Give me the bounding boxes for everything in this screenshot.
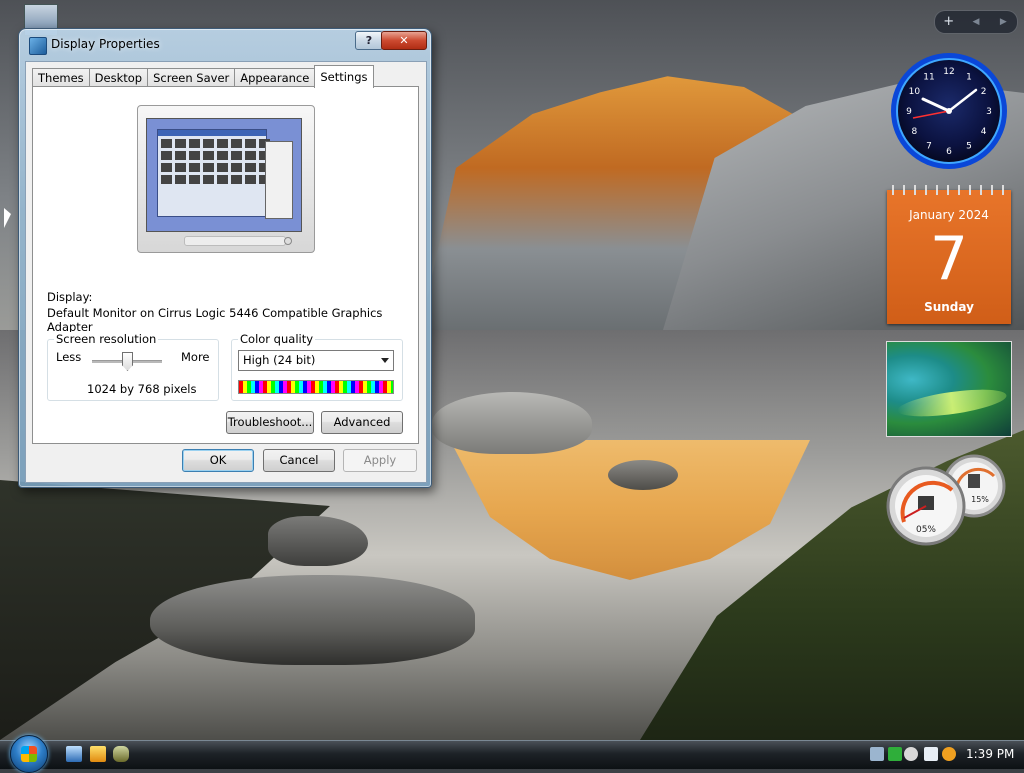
usb-device-icon[interactable] [904, 747, 918, 761]
apply-button[interactable]: Apply [343, 449, 417, 472]
taskbar: 1:39 PM [0, 735, 1024, 773]
slideshow-gadget[interactable] [886, 341, 1012, 437]
clock-numeral: 12 [943, 67, 954, 77]
preview-document [265, 141, 293, 219]
color-quality-group: Color quality High (24 bit) [231, 332, 403, 401]
display-adapter-name: Default Monitor on Cirrus Logic 5446 Com… [47, 306, 383, 334]
clock-numeral: 4 [981, 127, 987, 137]
clock-numeral: 6 [946, 147, 952, 157]
taskbar-clock[interactable]: 1:39 PM [966, 747, 1014, 761]
color-quality-select[interactable]: High (24 bit) [238, 350, 394, 371]
window-title: Display Properties [51, 37, 160, 51]
media-player-icon[interactable] [90, 746, 106, 762]
display-label: Display: [47, 290, 93, 304]
monitor-preview [137, 105, 315, 253]
windows-logo-icon [21, 746, 37, 762]
color-quality-label: Color quality [238, 332, 316, 346]
sidebar-controls: + ◀ ▶ [934, 10, 1018, 34]
advanced-button[interactable]: Advanced [321, 411, 403, 434]
screen-resolution-label: Screen resolution [54, 332, 159, 346]
clock-numeral: 3 [986, 107, 992, 117]
network-icon[interactable] [870, 747, 884, 761]
switch-windows-icon[interactable] [113, 746, 129, 762]
calendar-gadget[interactable]: January 2024 7 Sunday [887, 185, 1011, 324]
previous-page-button[interactable]: ◀ [962, 11, 989, 33]
monitor-base [184, 236, 286, 246]
display-icon [29, 37, 47, 55]
clock-numeral: 7 [926, 142, 932, 152]
ok-button[interactable]: OK [182, 449, 254, 472]
show-desktop-icon[interactable] [66, 746, 82, 762]
resolution-value: 1024 by 768 pixels [87, 382, 197, 396]
tab-screen-saver[interactable]: Screen Saver [147, 68, 236, 87]
search-icon[interactable] [942, 747, 956, 761]
next-page-button[interactable]: ▶ [990, 11, 1017, 33]
clock-center [946, 108, 952, 114]
chevron-down-icon[interactable] [381, 358, 389, 363]
monitor-power-icon [284, 237, 292, 245]
color-spectrum-bar [238, 380, 394, 394]
tab-strip: Themes Desktop Screen Saver Appearance S… [32, 65, 374, 88]
cpu-meter-gadget[interactable]: 15% 05% [886, 452, 1012, 548]
resolution-more-label: More [181, 350, 210, 364]
memory-chip-icon [968, 474, 980, 488]
add-gadget-button[interactable]: + [935, 11, 962, 33]
start-button[interactable] [10, 735, 48, 773]
clock-gadget[interactable]: 12 12 3 45 6 789 1011 [888, 50, 1010, 172]
tab-themes[interactable]: Themes [32, 68, 90, 87]
resolution-slider-thumb[interactable] [122, 352, 133, 371]
wallpaper-rock [268, 516, 368, 566]
troubleshoot-button[interactable]: Troubleshoot... [226, 411, 314, 434]
tab-appearance[interactable]: Appearance [234, 68, 316, 87]
wallpaper-rock [150, 575, 475, 665]
clock-numeral: 11 [923, 72, 934, 82]
clock-numeral: 1 [966, 72, 972, 82]
close-button[interactable]: ✕ [381, 31, 427, 50]
wallpaper-rock [432, 392, 592, 454]
settings-panel: Display: Default Monitor on Cirrus Logic… [32, 86, 419, 444]
color-quality-value: High (24 bit) [243, 353, 316, 367]
calendar-day: 7 [929, 224, 969, 294]
notes-icon[interactable] [924, 747, 938, 761]
slideshow-image [896, 384, 1008, 422]
clock-numeral: 10 [909, 87, 921, 97]
dialog-client-area: Themes Desktop Screen Saver Appearance S… [25, 61, 427, 483]
preview-thumbnails [158, 136, 270, 187]
cancel-button[interactable]: Cancel [263, 449, 335, 472]
calendar-month: January 2024 [909, 208, 989, 222]
memory-percent: 15% [971, 495, 989, 504]
monitor-screen [146, 118, 302, 232]
wallpaper-rock [608, 460, 678, 490]
tab-desktop[interactable]: Desktop [88, 68, 149, 87]
clock-numeral: 9 [906, 107, 912, 117]
resolution-less-label: Less [56, 350, 82, 364]
preview-window [157, 129, 270, 217]
calendar-rings [887, 185, 1011, 195]
cpu-percent: 05% [916, 525, 936, 535]
clock-numeral: 5 [966, 142, 972, 152]
window-titlebar[interactable]: Display Properties ? ✕ [19, 29, 431, 59]
mouse-cursor-icon [4, 208, 11, 228]
tab-settings[interactable]: Settings [314, 65, 374, 88]
screen-resolution-group: Screen resolution Less More 1024 by 768 … [47, 332, 219, 401]
help-button[interactable]: ? [355, 31, 383, 50]
clock-numeral: 2 [981, 87, 987, 97]
cpu-chip-icon [918, 496, 934, 510]
security-shield-icon[interactable] [888, 747, 902, 761]
clock-numeral: 8 [912, 127, 918, 137]
display-properties-window: Display Properties ? ✕ Themes Desktop Sc… [18, 28, 432, 488]
calendar-weekday: Sunday [924, 300, 974, 314]
